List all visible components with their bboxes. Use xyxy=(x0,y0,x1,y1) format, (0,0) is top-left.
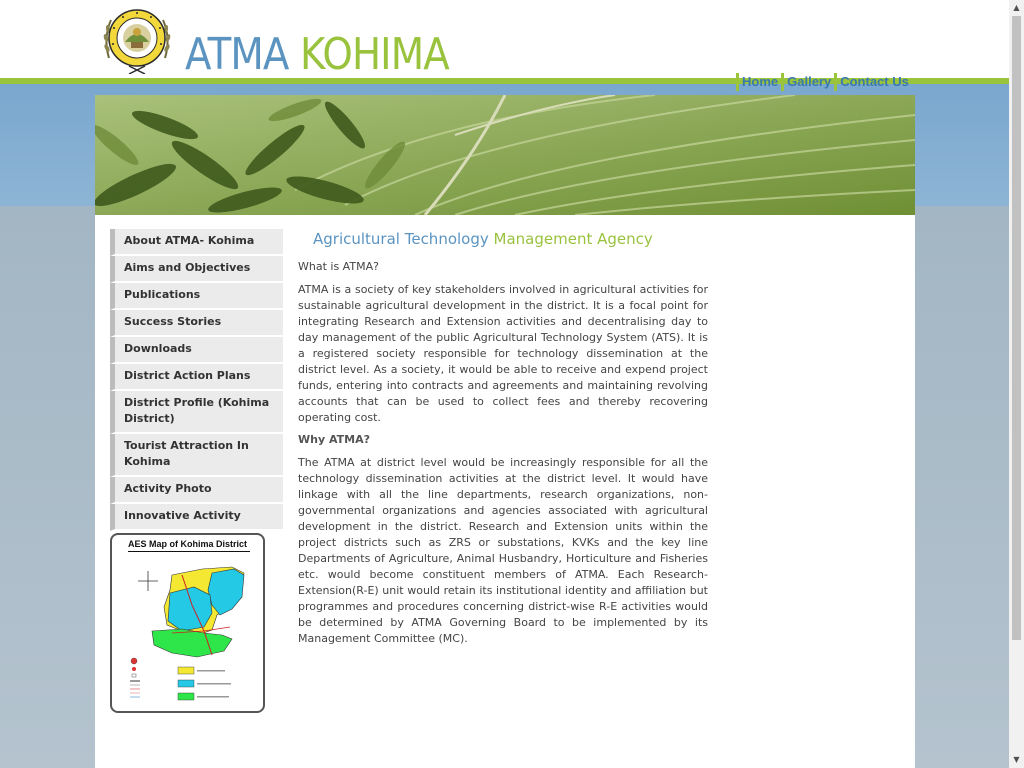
sidebar-item-innovative-activity[interactable]: Innovative Activity xyxy=(110,504,283,531)
banner-image-tea-garden xyxy=(95,95,915,215)
section-heading-why-atma: Why ATMA? xyxy=(298,433,370,446)
sidebar-item-activity-photo[interactable]: Activity Photo xyxy=(110,477,283,504)
site-title-kohima: KOHIMA xyxy=(299,29,450,80)
paragraph-what-is-atma: ATMA is a society of key stakeholders in… xyxy=(298,283,708,424)
nav-link-home[interactable]: Home xyxy=(736,73,781,91)
paragraph-why-atma: The ATMA at district level would be incr… xyxy=(298,456,708,645)
sidebar-item-district-profile[interactable]: District Profile (Kohima District) xyxy=(110,391,283,434)
site-title-atma: ATMA xyxy=(185,29,289,80)
scroll-up-arrow-icon[interactable]: ▲ xyxy=(1009,2,1024,14)
sidebar-item-publications[interactable]: Publications xyxy=(110,283,283,310)
sidebar-item-tourist-attraction[interactable]: Tourist Attraction In Kohima xyxy=(110,434,283,477)
page-heading-part2: Management Agency xyxy=(493,230,653,248)
sidebar-item-about-atma[interactable]: About ATMA- Kohima xyxy=(110,229,283,256)
sidebar-item-district-action-plans[interactable]: District Action Plans xyxy=(110,364,283,391)
aes-map-thumbnail[interactable]: AES Map of Kohima District xyxy=(110,533,265,713)
page-heading-part1: Agricultural Technology xyxy=(313,230,489,248)
sidebar-menu: About ATMA- Kohima Aims and Objectives P… xyxy=(110,229,283,531)
vertical-scrollbar[interactable]: ▲ ▼ xyxy=(1009,0,1024,768)
intro-question: What is ATMA? xyxy=(298,260,379,273)
scroll-down-arrow-icon[interactable]: ▼ xyxy=(1009,754,1024,766)
nav-link-contact-us[interactable]: Contact Us xyxy=(834,73,912,91)
sidebar-item-aims-objectives[interactable]: Aims and Objectives xyxy=(110,256,283,283)
page-heading: Agricultural Technology Management Agenc… xyxy=(313,229,653,249)
scrollbar-thumb[interactable] xyxy=(1012,16,1021,640)
site-logo-seal[interactable] xyxy=(101,8,173,75)
sidebar-item-downloads[interactable]: Downloads xyxy=(110,337,283,364)
compass-rose-icon xyxy=(138,571,158,591)
nav-link-gallery[interactable]: Gallery xyxy=(781,73,834,91)
top-navigation: Home Gallery Contact Us xyxy=(736,73,912,91)
sidebar-item-success-stories[interactable]: Success Stories xyxy=(110,310,283,337)
site-title: ATMA KOHIMA xyxy=(185,28,450,82)
